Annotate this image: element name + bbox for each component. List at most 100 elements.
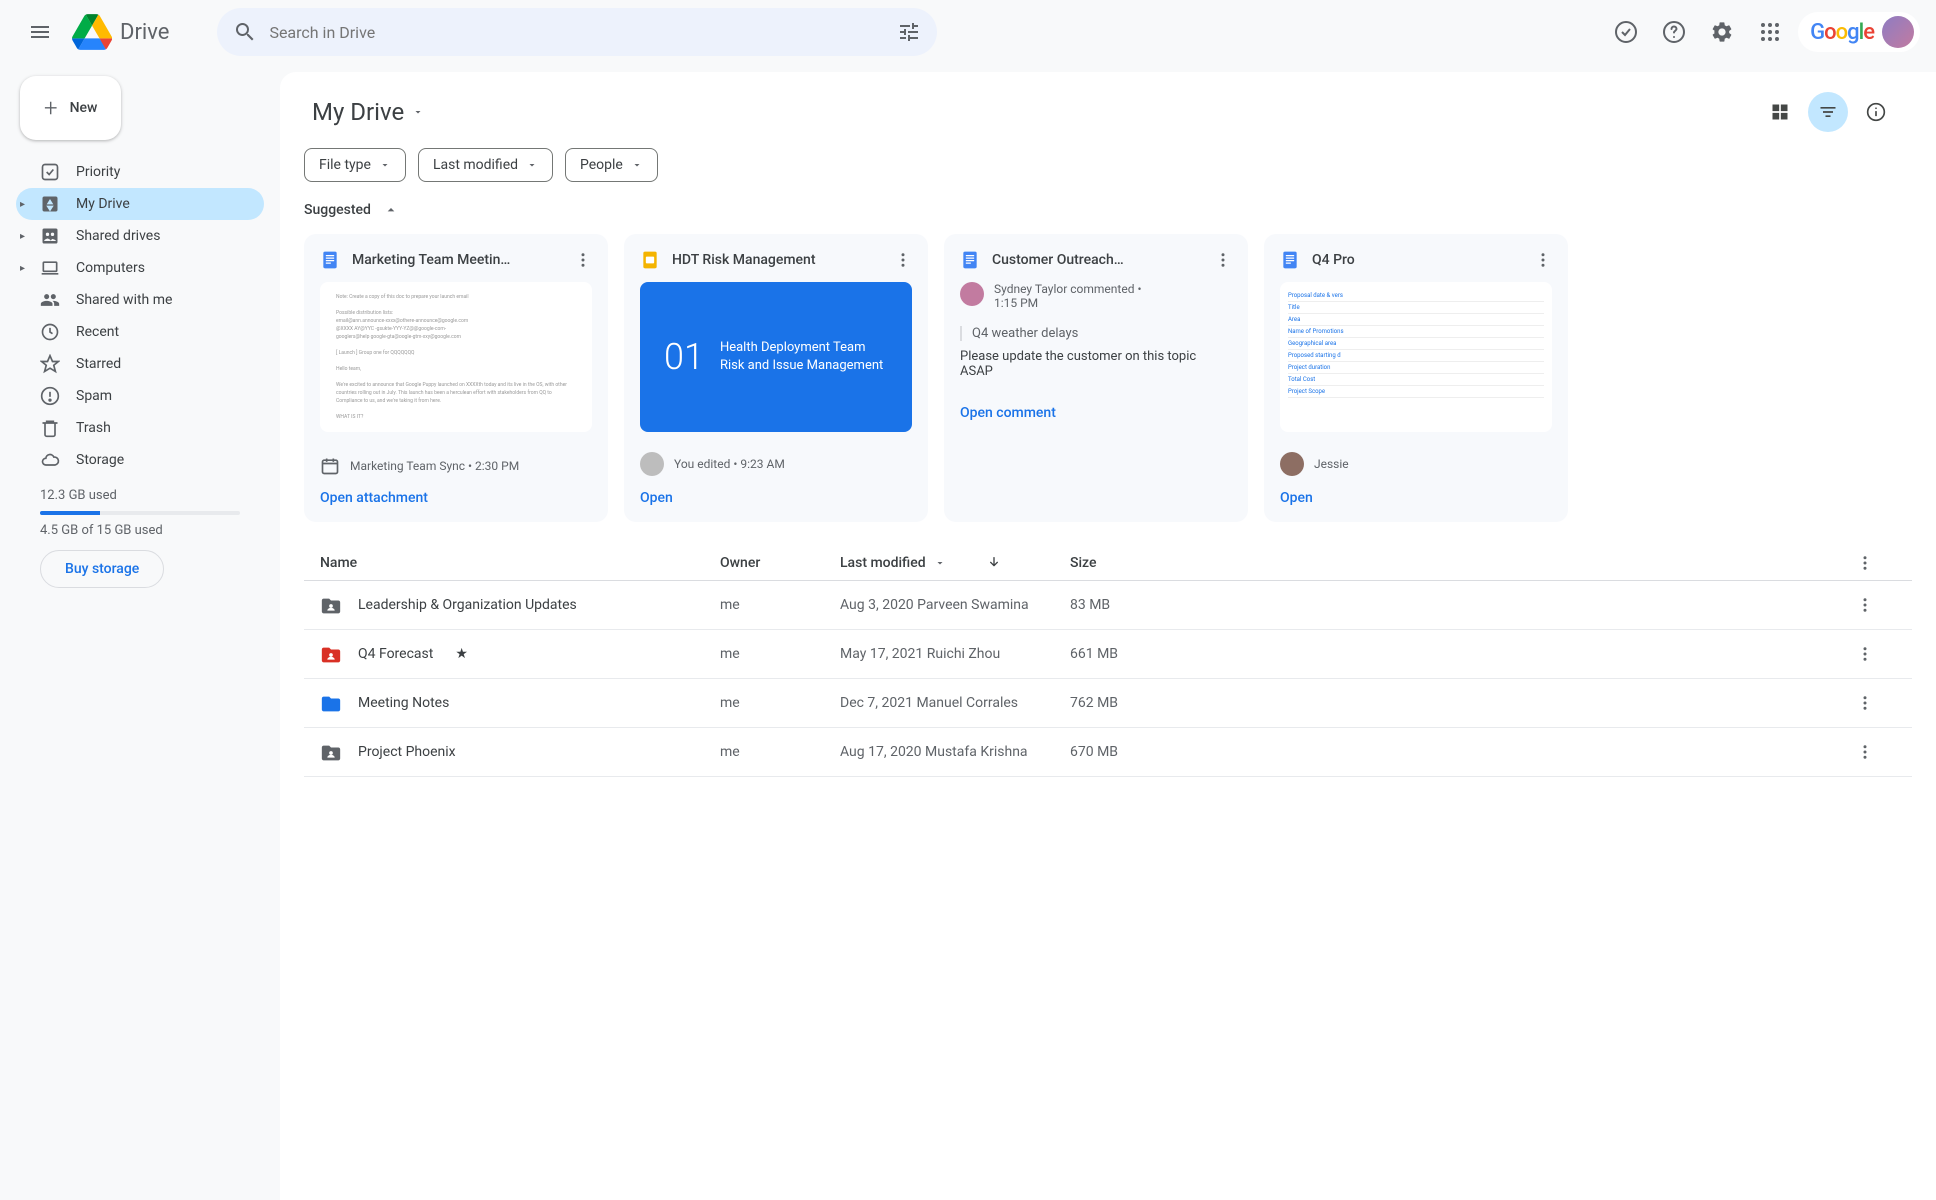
- row-modified-cell: Aug 17, 2020 Mustafa Krishna: [840, 744, 1070, 760]
- table-row[interactable]: Leadership & Organization Updates meAug 3…: [304, 581, 1912, 630]
- row-modified-cell: Aug 3, 2020 Parveen Swamina: [840, 597, 1070, 613]
- sidebar-item-starred[interactable]: Starred: [16, 348, 264, 380]
- filter-view-button[interactable]: [1808, 92, 1848, 132]
- location-title: My Drive: [312, 98, 404, 126]
- expand-arrow-icon: ▸: [20, 199, 25, 210]
- trash-icon: [40, 418, 60, 438]
- info-icon: [1866, 102, 1886, 122]
- card-menu-button[interactable]: [1534, 251, 1552, 269]
- check-square-icon: [40, 162, 60, 182]
- suggested-card[interactable]: HDT Risk Management01Health Deployment T…: [624, 234, 928, 522]
- col-owner[interactable]: Owner: [720, 555, 840, 571]
- sidebar-item-label: Spam: [76, 388, 112, 404]
- info-button[interactable]: [1856, 92, 1896, 132]
- sidebar-item-storage[interactable]: Storage: [16, 444, 264, 476]
- card-menu-button[interactable]: [574, 251, 592, 269]
- row-menu-button[interactable]: [1856, 596, 1896, 614]
- col-name[interactable]: Name: [320, 555, 720, 571]
- laptop-icon: [40, 258, 60, 278]
- table-row[interactable]: Meeting NotesmeDec 7, 2021 Manuel Corral…: [304, 679, 1912, 728]
- main-menu-button[interactable]: [16, 8, 64, 56]
- row-owner-cell: me: [720, 646, 840, 662]
- app-header: Drive Google: [0, 0, 1936, 64]
- suggested-card[interactable]: Marketing Team Meetin…Note: Create a cop…: [304, 234, 608, 522]
- thumbnail: Proposal date & versTitleAreaName of Pro…: [1280, 282, 1552, 432]
- sidebar-item-trash[interactable]: Trash: [16, 412, 264, 444]
- search-options-icon[interactable]: [897, 20, 921, 44]
- folder-icon: [320, 595, 340, 615]
- sidebar-item-recent[interactable]: Recent: [16, 316, 264, 348]
- card-footer-text: Jessie: [1314, 457, 1349, 471]
- buy-storage-button[interactable]: Buy storage: [40, 550, 164, 588]
- sidebar-item-my-drive[interactable]: ▸My Drive: [16, 188, 264, 220]
- drive-logo-icon: [72, 12, 112, 52]
- sidebar-item-priority[interactable]: Priority: [16, 156, 264, 188]
- storage-detail-text: 4.5 GB of 15 GB used: [40, 523, 240, 538]
- col-modified[interactable]: Last modified: [840, 555, 1070, 571]
- filter-chip-people[interactable]: People: [565, 148, 658, 182]
- plus-icon: +: [44, 94, 58, 122]
- chip-label: Last modified: [433, 157, 518, 173]
- cloud-icon: [40, 450, 60, 470]
- comment-quote: Q4 weather delays: [960, 326, 1232, 341]
- dropdown-caret-icon: [631, 159, 643, 171]
- card-action-link[interactable]: Open attachment: [320, 490, 592, 506]
- row-menu-button[interactable]: [1856, 645, 1896, 663]
- filter-chip-last-modified[interactable]: Last modified: [418, 148, 553, 182]
- settings-button[interactable]: [1702, 12, 1742, 52]
- calendar-icon: [320, 456, 340, 476]
- sidebar-item-label: Starred: [76, 356, 121, 372]
- suggested-card[interactable]: Q4 ProProposal date & versTitleAreaName …: [1264, 234, 1568, 522]
- shared-drive-icon: [40, 226, 60, 246]
- card-action-link[interactable]: Open comment: [960, 405, 1232, 421]
- card-action-link[interactable]: Open: [1280, 490, 1552, 506]
- sidebar-item-spam[interactable]: Spam: [16, 380, 264, 412]
- card-action-link[interactable]: Open: [640, 490, 912, 506]
- help-button[interactable]: [1654, 12, 1694, 52]
- sidebar-item-shared-with-me[interactable]: Shared with me: [16, 284, 264, 316]
- dropdown-caret-icon: [412, 106, 424, 118]
- expand-arrow-icon: ▸: [20, 231, 25, 242]
- suggested-toggle[interactable]: Suggested: [304, 202, 1912, 218]
- user-avatar[interactable]: [1882, 16, 1914, 48]
- filter-chip-file-type[interactable]: File type: [304, 148, 406, 182]
- new-button-label: New: [70, 100, 98, 116]
- comment-meta: Sydney Taylor commented •1:15 PM: [994, 282, 1142, 310]
- suggested-card[interactable]: Customer Outreach…Sydney Taylor commente…: [944, 234, 1248, 522]
- table-header: Name Owner Last modified Size: [304, 546, 1912, 581]
- sidebar-item-shared-drives[interactable]: ▸Shared drives: [16, 220, 264, 252]
- new-button[interactable]: + New: [20, 76, 121, 140]
- sidebar-item-computers[interactable]: ▸Computers: [16, 252, 264, 284]
- row-size-cell: 762 MB: [1070, 695, 1210, 711]
- file-name: Leadership & Organization Updates: [358, 597, 577, 613]
- sidebar-item-label: Computers: [76, 260, 145, 276]
- offline-status-button[interactable]: [1606, 12, 1646, 52]
- location-breadcrumb[interactable]: My Drive: [304, 94, 432, 130]
- row-size-cell: 83 MB: [1070, 597, 1210, 613]
- search-input[interactable]: [269, 23, 885, 42]
- row-name-cell: Leadership & Organization Updates: [320, 595, 720, 615]
- app-logo[interactable]: Drive: [72, 12, 169, 52]
- card-menu-button[interactable]: [1214, 251, 1232, 269]
- grid-view-button[interactable]: [1760, 92, 1800, 132]
- row-menu-button[interactable]: [1856, 743, 1896, 761]
- people-icon: [40, 290, 60, 310]
- row-menu-button[interactable]: [1856, 694, 1896, 712]
- table-row[interactable]: Q4 Forecast★meMay 17, 2021 Ruichi Zhou66…: [304, 630, 1912, 679]
- hamburger-icon: [28, 20, 52, 44]
- doc-icon: [960, 250, 980, 270]
- more-vert-icon: [1856, 554, 1874, 572]
- apps-button[interactable]: [1750, 12, 1790, 52]
- row-modified-cell: May 17, 2021 Ruichi Zhou: [840, 646, 1070, 662]
- col-size[interactable]: Size: [1070, 555, 1210, 571]
- app-name: Drive: [120, 20, 169, 45]
- suggested-label: Suggested: [304, 202, 371, 218]
- storage-section: 12.3 GB used 4.5 GB of 15 GB used Buy st…: [16, 476, 264, 600]
- row-owner-cell: me: [720, 597, 840, 613]
- table-row[interactable]: Project PhoenixmeAug 17, 2020 Mustafa Kr…: [304, 728, 1912, 777]
- account-switcher[interactable]: Google: [1798, 12, 1920, 52]
- search-bar[interactable]: [217, 8, 937, 56]
- col-actions[interactable]: [1856, 554, 1896, 572]
- card-menu-button[interactable]: [894, 251, 912, 269]
- sidebar-item-label: Storage: [76, 452, 124, 468]
